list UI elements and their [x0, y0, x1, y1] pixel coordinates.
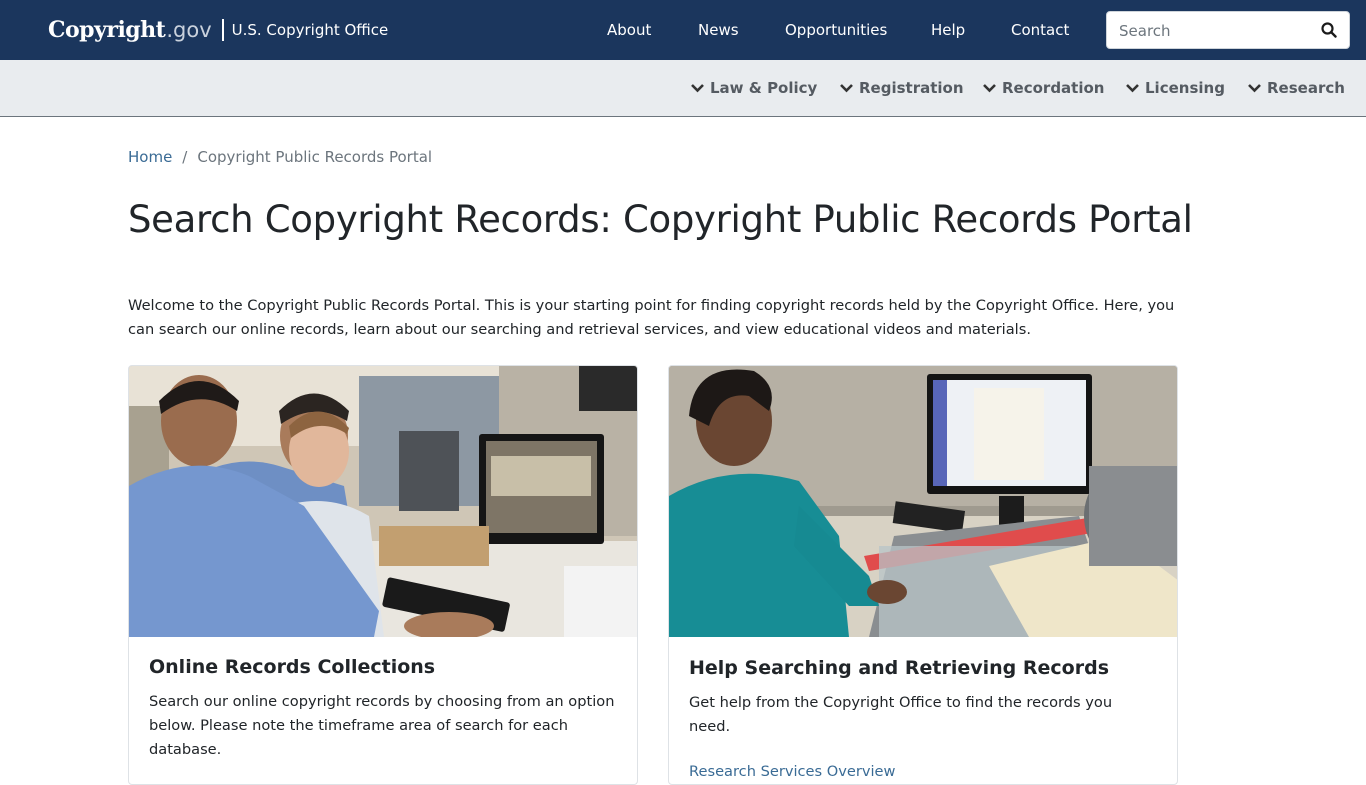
card-text: Search our online copyright records by c…: [149, 693, 615, 758]
subnav-research[interactable]: Research: [1247, 79, 1345, 97]
nav-contact[interactable]: Contact: [1011, 21, 1069, 39]
logo-gov: .gov: [166, 18, 212, 42]
subnav-label: Registration: [859, 79, 964, 97]
breadcrumb-separator: /: [182, 148, 188, 166]
chevron-down-icon: [691, 84, 704, 93]
logo-divider: [221, 19, 224, 41]
search-button[interactable]: [1321, 22, 1339, 40]
nav-help[interactable]: Help: [931, 21, 965, 39]
subnav-label: Research: [1267, 79, 1345, 97]
search-input[interactable]: [1119, 21, 1309, 41]
subnav-label: Law & Policy: [710, 79, 818, 97]
photo-researcher-at-microfilm: [669, 366, 1177, 637]
search-form: [1106, 11, 1350, 49]
subnav-recordation[interactable]: Recordation: [982, 79, 1104, 97]
search-icon: [1321, 22, 1337, 38]
site-logo[interactable]: Copyright .gov U.S. Copyright Office: [48, 14, 388, 46]
photo-researchers-at-computer: [129, 366, 637, 637]
subnav-registration[interactable]: Registration: [839, 79, 964, 97]
card-body: Online Records Collections Search our on…: [149, 656, 617, 762]
chevron-down-icon: [1126, 84, 1139, 93]
card-online-records: Online Records Collections Search our on…: [128, 365, 638, 785]
nav-news[interactable]: News: [698, 21, 739, 39]
site-header: Copyright .gov U.S. Copyright Office Abo…: [0, 0, 1366, 60]
breadcrumb-current: Copyright Public Records Portal: [197, 148, 433, 166]
secondary-navigation: Law & Policy Registration Recordation Li…: [0, 60, 1366, 117]
subnav-law-policy[interactable]: Law & Policy: [690, 79, 817, 97]
page-title: Search Copyright Records: Copyright Publ…: [128, 198, 1193, 241]
nav-opportunities[interactable]: Opportunities: [785, 21, 887, 39]
chevron-down-icon: [1248, 84, 1261, 93]
breadcrumb-home[interactable]: Home: [128, 148, 172, 166]
card-help-searching: Help Searching and Retrieving Records Ge…: [668, 365, 1178, 785]
card-title: Help Searching and Retrieving Records: [689, 657, 1110, 679]
nav-about[interactable]: About: [607, 21, 651, 39]
subnav-licensing[interactable]: Licensing: [1125, 79, 1225, 97]
breadcrumb: Home / Copyright Public Records Portal: [128, 148, 432, 166]
chevron-down-icon: [983, 84, 996, 93]
logo-copyright: Copyright: [48, 17, 166, 43]
chevron-down-icon: [840, 84, 853, 93]
card-text: Get help from the Copyright Office to fi…: [689, 694, 1113, 735]
intro-paragraph: Welcome to the Copyright Public Records …: [128, 297, 1175, 338]
card-body: Help Searching and Retrieving Records Ge…: [689, 657, 1157, 780]
subnav-label: Recordation: [1002, 79, 1105, 97]
research-services-link[interactable]: Research Services Overview: [689, 763, 1157, 780]
logo-office-name: U.S. Copyright Office: [231, 21, 389, 39]
card-title: Online Records Collections: [149, 656, 436, 678]
subnav-label: Licensing: [1145, 79, 1225, 97]
